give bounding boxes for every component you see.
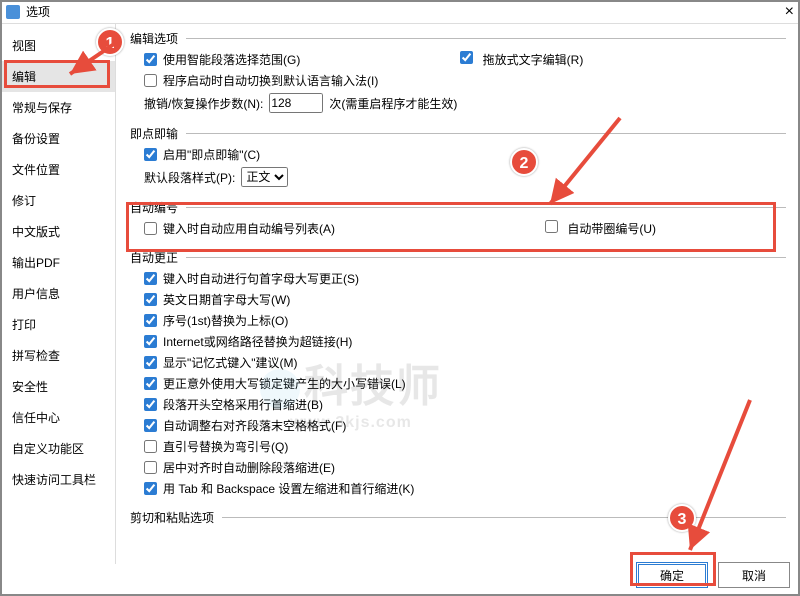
lbl-undo: 撤销/恢复操作步数(N): <box>144 95 263 112</box>
chk-click-type[interactable] <box>144 148 157 161</box>
sidebar-item-5[interactable]: 修订 <box>0 185 115 216</box>
autocorrect-chk-8[interactable] <box>144 440 157 453</box>
sidebar-item-8[interactable]: 用户信息 <box>0 278 115 309</box>
autocorrect-row-10: 用 Tab 和 Backspace 设置左缩进和首行缩进(K) <box>144 480 786 497</box>
group-auto-number: 自动编号 键入时自动应用自动编号列表(A) 自动带圈编号(U) <box>130 199 786 241</box>
autocorrect-chk-6[interactable] <box>144 398 157 411</box>
sidebar-item-3[interactable]: 备份设置 <box>0 123 115 154</box>
sidebar-item-12[interactable]: 信任中心 <box>0 402 115 433</box>
autocorrect-lbl-3: Internet或网络路径替换为超链接(H) <box>163 333 352 350</box>
autocorrect-row-4: 显示"记忆式键入"建议(M) <box>144 354 786 371</box>
autocorrect-row-1: 英文日期首字母大写(W) <box>144 291 786 308</box>
legend-autonum: 自动编号 <box>130 199 186 216</box>
sidebar-item-1[interactable]: 编辑 <box>0 61 115 92</box>
chk-auto-ime[interactable] <box>144 74 157 87</box>
autocorrect-row-6: 段落开头空格采用行首缩进(B) <box>144 396 786 413</box>
sidebar-item-7[interactable]: 输出PDF <box>0 247 115 278</box>
lbl-undo-suffix: 次(需重启程序才能生效) <box>329 95 457 112</box>
group-auto-correct: 自动更正 键入时自动进行句首字母大写更正(S) 英文日期首字母大写(W) 序号(1s… <box>130 249 786 501</box>
lbl-auto-ime: 程序启动时自动切换到默认语言输入法(I) <box>163 72 378 89</box>
sidebar: 视图编辑常规与保存备份设置文件位置修订中文版式输出PDF用户信息打印拼写检查安全… <box>0 24 116 564</box>
autocorrect-lbl-5: 更正意外使用大写锁定键产生的大小写错误(L) <box>163 375 406 392</box>
spin-undo-steps[interactable] <box>269 93 323 113</box>
dialog-footer: 确定 取消 <box>636 562 790 588</box>
autocorrect-chk-2[interactable] <box>144 314 157 327</box>
chk-auto-list[interactable] <box>144 222 157 235</box>
chk-drag-text[interactable] <box>460 51 473 64</box>
lbl-circle-num: 自动带圈编号(U) <box>567 222 656 236</box>
legend-correct: 自动更正 <box>130 249 186 266</box>
chk-smart-para[interactable] <box>144 53 157 66</box>
autocorrect-lbl-0: 键入时自动进行句首字母大写更正(S) <box>163 270 359 287</box>
group-cut-paste: 剪切和粘贴选项 <box>130 509 786 526</box>
autocorrect-row-8: 直引号替换为弯引号(Q) <box>144 438 786 455</box>
sidebar-item-14[interactable]: 快速访问工具栏 <box>0 464 115 495</box>
autocorrect-chk-4[interactable] <box>144 356 157 369</box>
sidebar-item-13[interactable]: 自定义功能区 <box>0 433 115 464</box>
content-pane: 编辑选项 使用智能段落选择范围(G) 拖放式文字编辑(R) 程序启动时自动切换到… <box>116 24 800 564</box>
sidebar-item-6[interactable]: 中文版式 <box>0 216 115 247</box>
autocorrect-lbl-7: 自动调整右对齐段落末空格格式(F) <box>163 417 346 434</box>
group-edit-options: 编辑选项 使用智能段落选择范围(G) 拖放式文字编辑(R) 程序启动时自动切换到… <box>130 30 786 117</box>
autocorrect-lbl-10: 用 Tab 和 Backspace 设置左缩进和首行缩进(K) <box>163 480 414 497</box>
autocorrect-chk-10[interactable] <box>144 482 157 495</box>
autocorrect-chk-0[interactable] <box>144 272 157 285</box>
autocorrect-lbl-9: 居中对齐时自动删除段落缩进(E) <box>163 459 335 476</box>
app-icon <box>6 5 20 19</box>
autocorrect-chk-7[interactable] <box>144 419 157 432</box>
sel-para-style[interactable]: 正文 <box>241 167 288 187</box>
close-icon[interactable]: × <box>785 3 794 21</box>
autocorrect-row-9: 居中对齐时自动删除段落缩进(E) <box>144 459 786 476</box>
chk-circle-num[interactable] <box>545 220 558 233</box>
ok-button[interactable]: 确定 <box>636 562 708 588</box>
autocorrect-lbl-4: 显示"记忆式键入"建议(M) <box>163 354 298 371</box>
autocorrect-chk-5[interactable] <box>144 377 157 390</box>
autocorrect-row-7: 自动调整右对齐段落末空格格式(F) <box>144 417 786 434</box>
sidebar-item-10[interactable]: 拼写检查 <box>0 340 115 371</box>
autocorrect-lbl-8: 直引号替换为弯引号(Q) <box>163 438 288 455</box>
sidebar-item-11[interactable]: 安全性 <box>0 371 115 402</box>
autocorrect-row-0: 键入时自动进行句首字母大写更正(S) <box>144 270 786 287</box>
autocorrect-lbl-2: 序号(1st)替换为上标(O) <box>163 312 288 329</box>
autocorrect-lbl-6: 段落开头空格采用行首缩进(B) <box>163 396 323 413</box>
window-title: 选项 <box>26 3 50 20</box>
autocorrect-row-5: 更正意外使用大写锁定键产生的大小写错误(L) <box>144 375 786 392</box>
autocorrect-chk-1[interactable] <box>144 293 157 306</box>
autocorrect-row-3: Internet或网络路径替换为超链接(H) <box>144 333 786 350</box>
titlebar: 选项 × <box>0 0 800 24</box>
lbl-auto-list: 键入时自动应用自动编号列表(A) <box>163 220 335 237</box>
sidebar-item-9[interactable]: 打印 <box>0 309 115 340</box>
sidebar-item-2[interactable]: 常规与保存 <box>0 92 115 123</box>
sidebar-item-0[interactable]: 视图 <box>0 30 115 61</box>
autocorrect-chk-3[interactable] <box>144 335 157 348</box>
legend-cutpaste: 剪切和粘贴选项 <box>130 509 222 526</box>
legend-edit: 编辑选项 <box>130 30 186 47</box>
legend-click: 即点即输 <box>130 125 186 142</box>
group-click-type: 即点即输 启用"即点即输"(C) 默认段落样式(P): 正文 <box>130 125 786 191</box>
lbl-click-type: 启用"即点即输"(C) <box>163 146 260 163</box>
cancel-button[interactable]: 取消 <box>718 562 790 588</box>
autocorrect-lbl-1: 英文日期首字母大写(W) <box>163 291 290 308</box>
lbl-para-style: 默认段落样式(P): <box>144 169 235 186</box>
lbl-drag-text: 拖放式文字编辑(R) <box>483 53 584 67</box>
sidebar-item-4[interactable]: 文件位置 <box>0 154 115 185</box>
autocorrect-chk-9[interactable] <box>144 461 157 474</box>
autocorrect-row-2: 序号(1st)替换为上标(O) <box>144 312 786 329</box>
lbl-smart-para: 使用智能段落选择范围(G) <box>163 51 300 68</box>
